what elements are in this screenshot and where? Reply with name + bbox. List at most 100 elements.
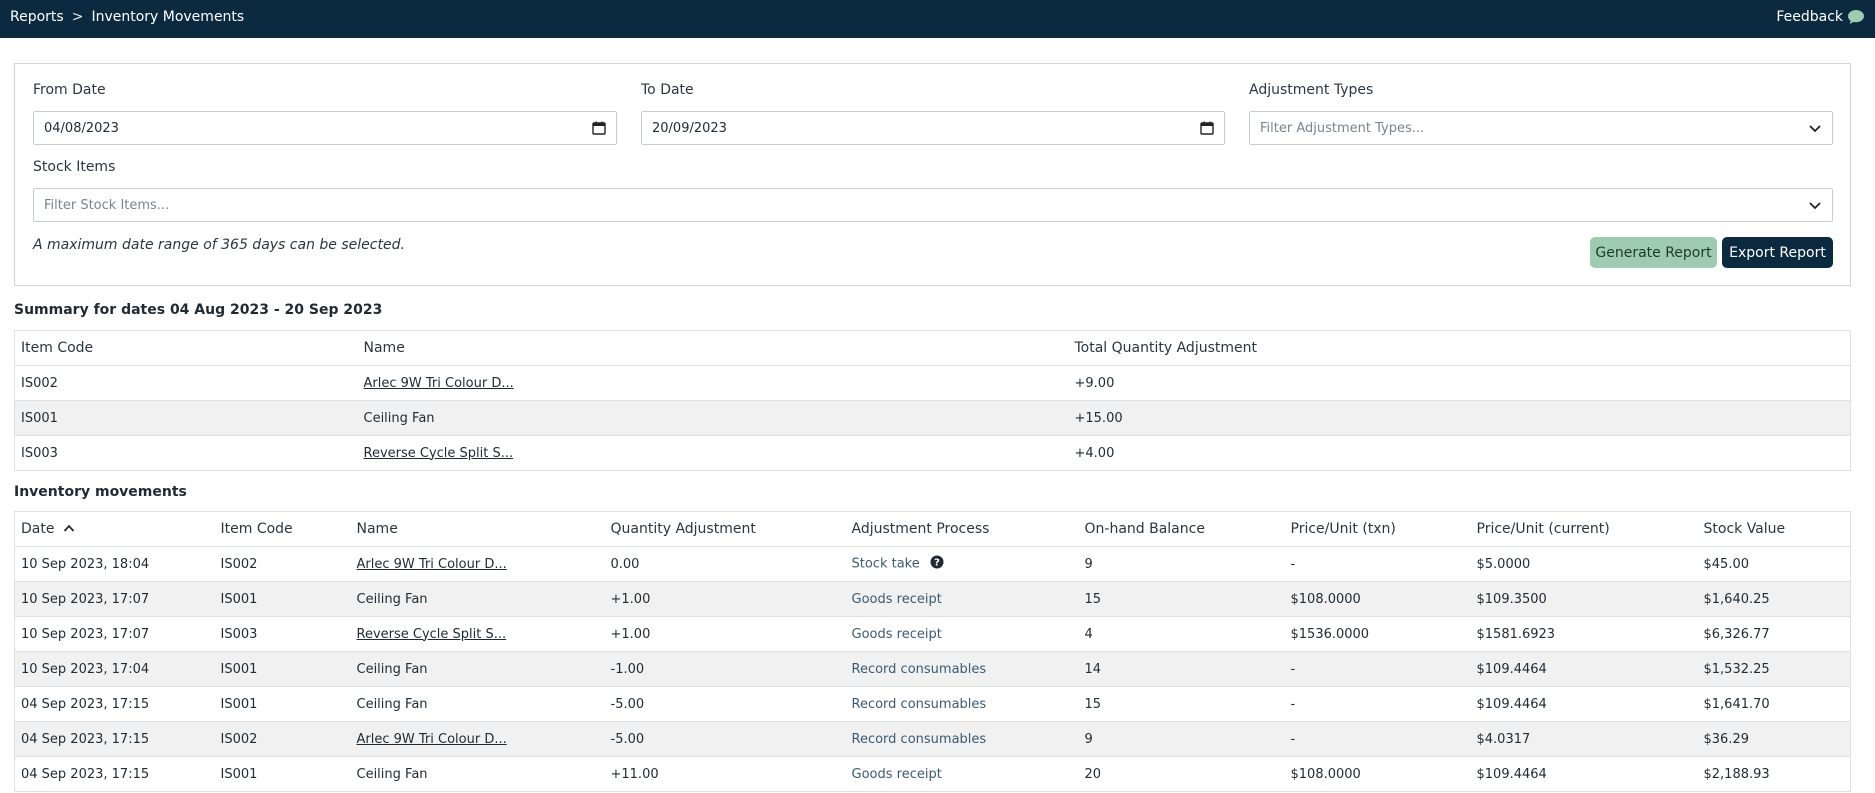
item-name: Ceiling Fan	[350, 686, 605, 722]
feedback-button[interactable]: Feedback	[1776, 9, 1865, 25]
column-header: Name	[350, 511, 605, 547]
table-row: 10 Sep 2023, 17:07 IS003 Reverse Cycle S…	[14, 616, 1851, 652]
to-date-label: To Date	[641, 82, 694, 98]
table-row: IS002 Arlec 9W Tri Colour D... +9.00	[14, 365, 1851, 401]
item-name: Ceiling Fan	[357, 400, 1069, 436]
stock-value: $1,532.25	[1697, 651, 1851, 687]
stock-items-label: Stock Items	[33, 159, 116, 175]
price-txn: $1536.0000	[1284, 616, 1471, 652]
item-name-link[interactable]: Arlec 9W Tri Colour D...	[357, 557, 507, 572]
movements-table: Date Item Code Name Quantity Adjustment …	[14, 511, 1851, 792]
column-header: Quantity Adjustment	[604, 511, 846, 547]
qty-adjustment: -5.00	[604, 721, 846, 757]
movement-date: 10 Sep 2023, 18:04	[14, 546, 215, 582]
qty-adjustment: +11.00	[604, 756, 846, 792]
price-txn: $108.0000	[1284, 756, 1471, 792]
table-row: 04 Sep 2023, 17:15 IS002 Arlec 9W Tri Co…	[14, 721, 1851, 757]
stock-value: $1,641.70	[1697, 686, 1851, 722]
adjustment-process-link[interactable]: Stock take	[852, 557, 920, 572]
price-txn: -	[1284, 721, 1471, 757]
column-header: Item Code	[214, 511, 351, 547]
generate-report-button[interactable]: Generate Report	[1590, 237, 1717, 268]
table-row: 04 Sep 2023, 17:15 IS001 Ceiling Fan +11…	[14, 756, 1851, 792]
price-txn: $108.0000	[1284, 581, 1471, 617]
on-hand-balance: 9	[1078, 546, 1285, 582]
on-hand-balance: 9	[1078, 721, 1285, 757]
item-code: IS003	[214, 616, 351, 652]
date-range-hint: A maximum date range of 365 days can be …	[33, 237, 405, 253]
summary-header-row: Item Code Name Total Quantity Adjustment	[14, 330, 1851, 366]
movement-date: 10 Sep 2023, 17:07	[14, 616, 215, 652]
top-bar: Reports > Inventory Movements Feedback	[0, 0, 1875, 38]
stock-value: $2,188.93	[1697, 756, 1851, 792]
movement-date: 04 Sep 2023, 17:15	[14, 756, 215, 792]
price-current: $5.0000	[1470, 546, 1698, 582]
adjustment-process-link[interactable]: Record consumables	[852, 697, 987, 712]
adjustment-process-link[interactable]: Goods receipt	[852, 767, 942, 782]
movement-date: 10 Sep 2023, 17:07	[14, 581, 215, 617]
total-qty: +15.00	[1068, 400, 1851, 436]
stock-items-placeholder: Filter Stock Items...	[44, 197, 170, 213]
item-name-link[interactable]: Arlec 9W Tri Colour D...	[364, 376, 514, 391]
adjustment-process-link[interactable]: Record consumables	[852, 662, 987, 677]
column-header: Total Quantity Adjustment	[1068, 330, 1851, 366]
breadcrumb: Reports > Inventory Movements	[10, 9, 244, 25]
chevron-down-icon[interactable]	[1808, 121, 1822, 139]
qty-adjustment: +1.00	[604, 581, 846, 617]
total-qty: +4.00	[1068, 435, 1851, 471]
from-date-value: 04/08/2023	[44, 120, 119, 136]
column-header: Item Code	[14, 330, 358, 366]
svg-text:?: ?	[934, 558, 940, 569]
help-icon[interactable]: ?	[930, 555, 944, 573]
adjustment-types-placeholder: Filter Adjustment Types...	[1260, 120, 1425, 136]
price-current: $4.0317	[1470, 721, 1698, 757]
price-txn: -	[1284, 651, 1471, 687]
chevron-up-icon[interactable]	[63, 521, 75, 537]
price-txn: -	[1284, 686, 1471, 722]
price-txn: -	[1284, 546, 1471, 582]
item-code: IS001	[14, 400, 358, 436]
on-hand-balance: 15	[1078, 686, 1285, 722]
adjustment-process-link[interactable]: Goods receipt	[852, 592, 942, 607]
item-name: Ceiling Fan	[350, 651, 605, 687]
price-current: $109.3500	[1470, 581, 1698, 617]
table-row: 10 Sep 2023, 17:07 IS001 Ceiling Fan +1.…	[14, 581, 1851, 617]
stock-value: $45.00	[1697, 546, 1851, 582]
on-hand-balance: 20	[1078, 756, 1285, 792]
item-code: IS001	[214, 651, 351, 687]
movement-date: 04 Sep 2023, 17:15	[14, 686, 215, 722]
table-row: 10 Sep 2023, 18:04 IS002 Arlec 9W Tri Co…	[14, 546, 1851, 582]
column-header: Adjustment Process	[845, 511, 1079, 547]
movement-date: 10 Sep 2023, 17:04	[14, 651, 215, 687]
qty-adjustment: -5.00	[604, 686, 846, 722]
movements-title: Inventory movements	[14, 484, 187, 500]
adjustment-types-select[interactable]: Filter Adjustment Types...	[1249, 111, 1833, 145]
item-code: IS001	[214, 756, 351, 792]
movements-header-row: Date Item Code Name Quantity Adjustment …	[14, 511, 1851, 547]
table-row: 10 Sep 2023, 17:04 IS001 Ceiling Fan -1.…	[14, 651, 1851, 687]
column-header: Stock Value	[1697, 511, 1851, 547]
table-row: IS001 Ceiling Fan +15.00	[14, 400, 1851, 436]
price-current: $109.4464	[1470, 756, 1698, 792]
export-report-button[interactable]: Export Report	[1722, 237, 1833, 268]
price-current: $109.4464	[1470, 651, 1698, 687]
column-header: Name	[357, 330, 1069, 366]
stock-items-select[interactable]: Filter Stock Items...	[33, 188, 1833, 222]
breadcrumb-reports-link[interactable]: Reports	[10, 9, 64, 25]
to-date-input[interactable]: 20/09/2023	[641, 111, 1225, 145]
calendar-icon[interactable]	[592, 121, 606, 139]
calendar-icon[interactable]	[1200, 121, 1214, 139]
summary-date-range: 04 Aug 2023 - 20 Sep 2023	[169, 302, 383, 318]
column-header-date[interactable]: Date	[14, 511, 215, 547]
stock-value: $6,326.77	[1697, 616, 1851, 652]
adjustment-process-link[interactable]: Goods receipt	[852, 627, 942, 642]
feedback-label: Feedback	[1776, 9, 1843, 25]
qty-adjustment: +1.00	[604, 616, 846, 652]
item-name-link[interactable]: Reverse Cycle Split S...	[364, 446, 514, 461]
adjustment-process-link[interactable]: Record consumables	[852, 732, 987, 747]
chevron-down-icon[interactable]	[1808, 198, 1822, 216]
from-date-input[interactable]: 04/08/2023	[33, 111, 617, 145]
from-date-label: From Date	[33, 82, 106, 98]
item-name-link[interactable]: Reverse Cycle Split S...	[357, 627, 507, 642]
item-name-link[interactable]: Arlec 9W Tri Colour D...	[357, 732, 507, 747]
